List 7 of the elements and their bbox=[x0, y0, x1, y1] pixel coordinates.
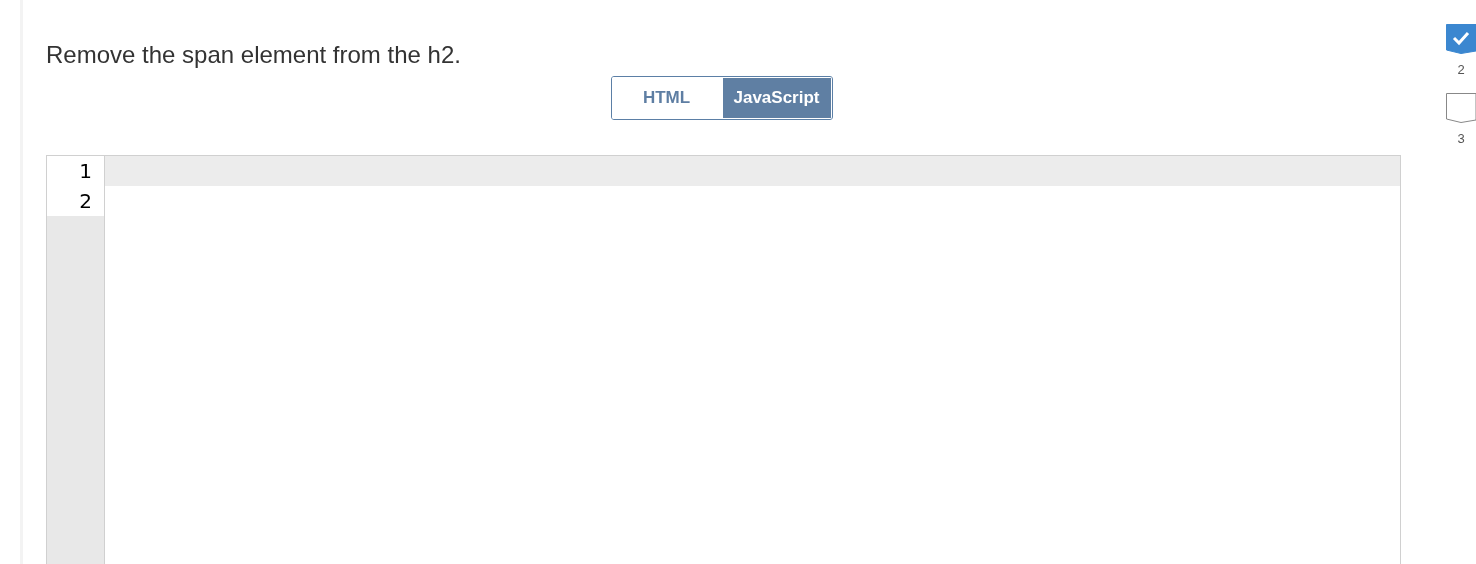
checked-step-icon[interactable] bbox=[1446, 24, 1476, 54]
step-number: 3 bbox=[1457, 131, 1465, 146]
step-number: 2 bbox=[1457, 62, 1465, 77]
language-tab[interactable]: JavaScript bbox=[721, 77, 832, 119]
code-editor[interactable]: 1 2 bbox=[46, 155, 1401, 564]
step-icon[interactable] bbox=[1446, 93, 1476, 123]
instruction-text: Remove the span element from the h2. bbox=[46, 40, 462, 70]
